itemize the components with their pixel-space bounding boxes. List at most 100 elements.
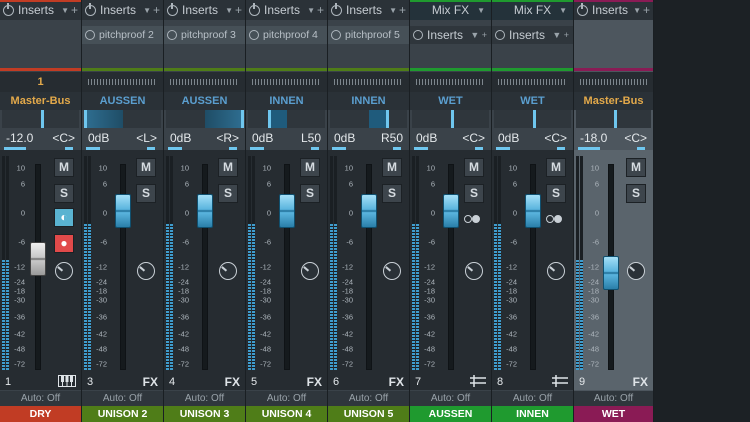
dropdown-arrow-icon[interactable]: ▼ xyxy=(559,6,567,15)
add-insert-icon[interactable]: + xyxy=(399,3,406,17)
volume-fader-knob[interactable] xyxy=(115,194,131,228)
output-destination[interactable]: WET xyxy=(410,92,491,110)
power-icon[interactable] xyxy=(577,2,588,16)
volume-fader-knob[interactable] xyxy=(197,194,213,228)
channel-name[interactable]: INNEN xyxy=(492,406,573,422)
timing-dial-icon[interactable] xyxy=(383,262,401,280)
output-destination[interactable]: INNEN xyxy=(328,92,409,110)
power-icon[interactable] xyxy=(249,30,259,40)
automation-mode[interactable]: Auto: Off xyxy=(164,391,245,406)
power-icon[interactable] xyxy=(495,30,505,40)
link-icon[interactable] xyxy=(464,213,484,225)
channel-strip-wet[interactable]: Inserts ▼ + Master-Bus -18.0 <C> 10 6 0 -6 -12 -18-… xyxy=(574,0,654,422)
timing-dial-icon[interactable] xyxy=(627,262,645,280)
inserts-header[interactable]: Inserts ▼ + xyxy=(328,0,409,20)
channel-name[interactable]: UNISON 3 xyxy=(164,406,245,422)
timing-dial-icon[interactable] xyxy=(219,262,237,280)
channel-name[interactable]: WET xyxy=(574,406,653,422)
channel-strip-aussen[interactable]: Mix FX ▼ Inserts ▼ + WET 0dB <C> 10 6 0 -6 -12 -18 -2… xyxy=(410,0,492,422)
fx-icon[interactable]: FX xyxy=(633,375,648,389)
power-icon[interactable] xyxy=(331,30,341,40)
volume-value[interactable]: -12.0 xyxy=(6,131,33,145)
timing-dial-icon[interactable] xyxy=(55,262,73,280)
monitor-button[interactable]: ◐ xyxy=(54,208,74,227)
mute-button[interactable]: M xyxy=(54,158,74,177)
solo-button[interactable]: S xyxy=(626,184,646,203)
dropdown-arrow-icon[interactable]: ▼ xyxy=(225,6,233,15)
automation-mode[interactable]: Auto: Off xyxy=(82,391,163,406)
power-icon[interactable] xyxy=(167,30,177,40)
insert-slot[interactable]: pitchproof 5 xyxy=(328,26,409,44)
power-icon[interactable] xyxy=(331,2,342,16)
pan-slider[interactable] xyxy=(248,110,325,128)
volume-fader-knob[interactable] xyxy=(30,242,46,276)
add-insert-icon[interactable]: + xyxy=(235,3,242,17)
add-insert-icon[interactable]: + xyxy=(643,3,650,17)
add-insert-icon[interactable]: + xyxy=(71,3,78,17)
channel-strip-unison-3[interactable]: Inserts ▼ + pitchproof 3 AUSSEN 0dB <R> 10 6 0 -6 -… xyxy=(164,0,246,422)
mute-button[interactable]: M xyxy=(136,158,156,177)
insert-slot[interactable]: pitchproof 3 xyxy=(164,26,245,44)
power-icon[interactable] xyxy=(249,2,260,16)
automation-mode[interactable]: Auto: Off xyxy=(328,391,409,406)
pan-value[interactable]: <C> xyxy=(624,131,647,145)
fx-icon[interactable]: FX xyxy=(143,375,158,389)
dropdown-arrow-icon[interactable]: ▼ xyxy=(477,6,485,15)
power-icon[interactable] xyxy=(85,2,96,16)
volume-value[interactable]: 0dB xyxy=(498,131,519,145)
output-destination[interactable]: AUSSEN xyxy=(164,92,245,110)
add-insert-icon[interactable]: + xyxy=(317,3,324,17)
channel-strip-innen[interactable]: Mix FX ▼ Inserts ▼ + WET 0dB <C> 10 6 0 -6 -12 -18 -2… xyxy=(492,0,574,422)
pan-slider[interactable] xyxy=(2,110,79,128)
power-icon[interactable] xyxy=(85,30,95,40)
volume-value[interactable]: 0dB xyxy=(416,131,437,145)
inserts-header[interactable]: Inserts ▼ + xyxy=(82,0,163,20)
pan-value[interactable]: <C> xyxy=(462,131,485,145)
bus-icon[interactable] xyxy=(470,375,486,390)
bus-icon[interactable] xyxy=(552,375,568,390)
insert-slot[interactable]: pitchproof 4 xyxy=(246,26,327,44)
power-icon[interactable] xyxy=(167,2,178,16)
pan-value[interactable]: <C> xyxy=(544,131,567,145)
mute-button[interactable]: M xyxy=(626,158,646,177)
volume-value[interactable]: 0dB xyxy=(170,131,191,145)
solo-button[interactable]: S xyxy=(218,184,238,203)
channel-strip-unison-4[interactable]: Inserts ▼ + pitchproof 4 INNEN 0dB L50 10 6 0 -6 -1… xyxy=(246,0,328,422)
volume-fader-knob[interactable] xyxy=(525,194,541,228)
insert-slot[interactable]: Inserts ▼ + xyxy=(492,26,573,44)
pan-value[interactable]: <R> xyxy=(216,131,239,145)
insert-slot[interactable]: pitchproof 2 xyxy=(82,26,163,44)
inserts-header[interactable]: Inserts ▼ + xyxy=(0,0,81,20)
pan-slider[interactable] xyxy=(166,110,244,128)
volume-value[interactable]: 0dB xyxy=(88,131,109,145)
piano-icon[interactable] xyxy=(58,375,76,390)
volume-value[interactable]: 0dB xyxy=(252,131,273,145)
volume-fader-knob[interactable] xyxy=(603,256,619,290)
pan-slider[interactable] xyxy=(84,110,161,128)
pan-slider[interactable] xyxy=(412,110,489,128)
fx-icon[interactable]: FX xyxy=(307,375,322,389)
power-icon[interactable] xyxy=(413,30,423,40)
add-insert-icon[interactable]: + xyxy=(153,3,160,17)
solo-button[interactable]: S xyxy=(464,184,484,203)
solo-button[interactable]: S xyxy=(546,184,566,203)
volume-fader-knob[interactable] xyxy=(361,194,377,228)
output-destination[interactable]: WET xyxy=(492,92,573,110)
solo-button[interactable]: S xyxy=(300,184,320,203)
channel-strip-unison-5[interactable]: Inserts ▼ + pitchproof 5 INNEN 0dB R50 10 6 0 -6 -1… xyxy=(328,0,410,422)
inserts-header[interactable]: Mix FX ▼ xyxy=(410,0,491,20)
dropdown-arrow-icon[interactable]: ▼ + xyxy=(552,30,569,40)
pan-value[interactable]: R50 xyxy=(381,131,403,145)
pan-slider[interactable] xyxy=(576,110,651,128)
channel-name[interactable]: AUSSEN xyxy=(410,406,491,422)
mute-button[interactable]: M xyxy=(300,158,320,177)
output-destination[interactable]: Master-Bus xyxy=(0,92,81,110)
timing-dial-icon[interactable] xyxy=(301,262,319,280)
fx-icon[interactable]: FX xyxy=(225,375,240,389)
dropdown-arrow-icon[interactable]: ▼ + xyxy=(470,30,487,40)
dropdown-arrow-icon[interactable]: ▼ xyxy=(307,6,315,15)
solo-button[interactable]: S xyxy=(382,184,402,203)
volume-fader-knob[interactable] xyxy=(443,194,459,228)
insert-slot[interactable]: Inserts ▼ + xyxy=(410,26,491,44)
dropdown-arrow-icon[interactable]: ▼ xyxy=(143,6,151,15)
